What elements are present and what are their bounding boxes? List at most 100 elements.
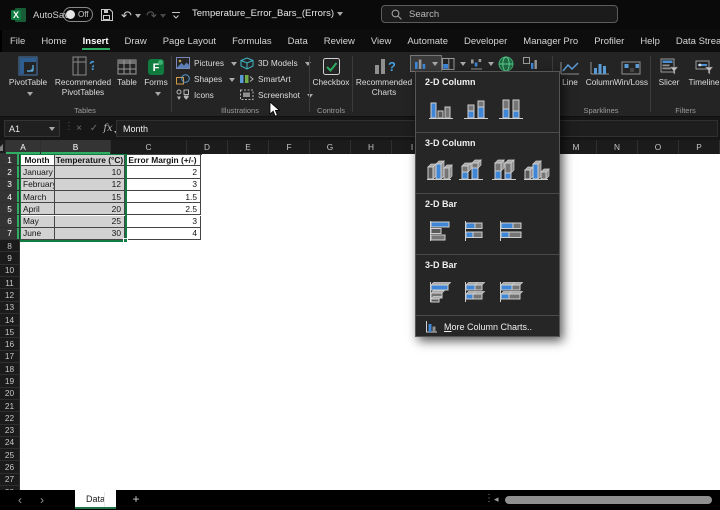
cell-A3[interactable]: February: [20, 179, 55, 191]
tab-file[interactable]: File: [2, 30, 33, 52]
3d-stacked-column-menu-item[interactable]: [457, 152, 485, 188]
3d-100-stacked-column-menu-item[interactable]: [490, 152, 518, 188]
row-header-9[interactable]: 9: [0, 252, 20, 264]
row-header-7[interactable]: 7: [0, 228, 20, 240]
add-sheet-button[interactable]: +: [128, 491, 144, 507]
3d-clustered-column-menu-item[interactable]: [425, 152, 453, 188]
3d-models-button[interactable]: 3D Models: [240, 56, 306, 70]
column-header-E[interactable]: E: [228, 140, 269, 154]
row-header-1[interactable]: 1: [0, 154, 20, 166]
sparkline-column-button[interactable]: Column: [584, 54, 616, 102]
maps-button[interactable]: [494, 55, 518, 72]
tab-view[interactable]: View: [363, 30, 399, 52]
autosave-toggle[interactable]: Off: [63, 7, 93, 22]
column-header-F[interactable]: F: [269, 140, 310, 154]
column-header-O[interactable]: O: [638, 140, 679, 154]
row-header-19[interactable]: 19: [0, 375, 20, 387]
row-header-4[interactable]: 4: [0, 191, 20, 203]
column-header-G[interactable]: G: [310, 140, 351, 154]
row-header-11[interactable]: 11: [0, 277, 20, 289]
tab-developer[interactable]: Developer: [456, 30, 515, 52]
row-header-10[interactable]: 10: [0, 265, 20, 277]
tab-help[interactable]: Help: [632, 30, 668, 52]
cell-C4[interactable]: 1.5: [125, 191, 201, 203]
row-header-6[interactable]: 6: [0, 215, 20, 227]
3d-stacked-bar-menu-item[interactable]: [460, 274, 491, 310]
tab-page-layout[interactable]: Page Layout: [155, 30, 224, 52]
pictures-button[interactable]: Pictures: [176, 56, 237, 70]
pivottable-button[interactable]: PivotTable: [2, 54, 54, 102]
cell-A1[interactable]: Month: [20, 154, 55, 166]
3d-clustered-bar-menu-item[interactable]: [425, 274, 456, 310]
forms-button[interactable]: F Forms: [142, 54, 170, 102]
row-header-12[interactable]: 12: [0, 289, 20, 301]
row-header-22[interactable]: 22: [0, 412, 20, 424]
tab-data[interactable]: Data: [280, 30, 316, 52]
excel-logo-icon[interactable]: X: [11, 7, 27, 23]
column-header-C[interactable]: C: [111, 140, 187, 154]
column-header-P[interactable]: P: [679, 140, 720, 154]
row-header-24[interactable]: 24: [0, 437, 20, 449]
row-header-8[interactable]: 8: [0, 240, 20, 252]
sheet-tab-data[interactable]: Data: [75, 490, 116, 509]
row-header-21[interactable]: 21: [0, 400, 20, 412]
scrollbar-divider[interactable]: ⋮: [484, 493, 494, 504]
cell-C6[interactable]: 3: [125, 216, 201, 228]
column-header-B[interactable]: B: [41, 140, 111, 154]
select-all-button[interactable]: [0, 140, 6, 154]
cell-B5[interactable]: 20: [55, 203, 125, 215]
checkbox-button[interactable]: Checkbox: [312, 54, 350, 102]
row-header-3[interactable]: 3: [0, 179, 20, 191]
fill-handle[interactable]: [123, 238, 128, 243]
cell-B4[interactable]: 15: [55, 191, 125, 203]
cell-B3[interactable]: 12: [55, 179, 125, 191]
cell-C3[interactable]: 3: [125, 179, 201, 191]
save-button[interactable]: [100, 6, 114, 24]
cell-C2[interactable]: 2: [125, 166, 201, 178]
cell-A4[interactable]: March: [20, 191, 55, 203]
sheet-canvas[interactable]: MonthTemperature (°C)Error Margin (+/-) J…: [20, 154, 720, 490]
column-header-D[interactable]: D: [187, 140, 228, 154]
more-column-charts-item[interactable]: More Column Charts..: [416, 316, 559, 337]
redo-button[interactable]: ↷: [146, 6, 166, 24]
row-header-13[interactable]: 13: [0, 302, 20, 314]
recommended-pivottables-button[interactable]: ? Recommended PivotTables: [54, 54, 112, 102]
tab-formulas[interactable]: Formulas: [224, 30, 280, 52]
insert-function-button[interactable]: fx: [101, 120, 115, 137]
row-header-20[interactable]: 20: [0, 388, 20, 400]
tab-insert[interactable]: Insert: [75, 30, 117, 52]
stacked-bar-menu-item[interactable]: [460, 213, 491, 249]
pivotchart-button[interactable]: [519, 55, 542, 72]
icons-button[interactable]: Icons: [176, 88, 214, 102]
table-button[interactable]: Table: [112, 54, 142, 102]
cell-C7[interactable]: 4: [125, 228, 201, 240]
column-header-N[interactable]: N: [597, 140, 638, 154]
row-header-25[interactable]: 25: [0, 449, 20, 461]
row-header-2[interactable]: 2: [0, 166, 20, 178]
tab-manager-pro[interactable]: Manager Pro: [515, 30, 586, 52]
timeline-button[interactable]: Timeline: [687, 54, 720, 102]
tab-profiler[interactable]: Profiler: [586, 30, 632, 52]
3d-column-menu-item[interactable]: [522, 152, 550, 188]
column-header-M[interactable]: M: [556, 140, 597, 154]
row-header-14[interactable]: 14: [0, 314, 20, 326]
screenshot-button[interactable]: Screenshot: [240, 88, 313, 102]
name-box[interactable]: A1: [4, 120, 60, 137]
column-header-H[interactable]: H: [351, 140, 392, 154]
column-header-A[interactable]: A: [6, 140, 41, 154]
row-header-27[interactable]: 27: [0, 474, 20, 486]
stacked-column-menu-item[interactable]: [460, 91, 491, 127]
cell-A6[interactable]: May: [20, 216, 55, 228]
row-header-15[interactable]: 15: [0, 326, 20, 338]
customize-quick-access-button[interactable]: [171, 6, 181, 24]
cell-B1[interactable]: Temperature (°C): [55, 154, 125, 166]
cell-A5[interactable]: April: [20, 203, 55, 215]
cell-A7[interactable]: June: [20, 228, 55, 240]
cell-B7[interactable]: 30: [55, 228, 125, 240]
row-header-5[interactable]: 5: [0, 203, 20, 215]
row-header-26[interactable]: 26: [0, 461, 20, 473]
tab-review[interactable]: Review: [316, 30, 363, 52]
cell-C1[interactable]: Error Margin (+/-): [125, 154, 201, 166]
cell-C5[interactable]: 2.5: [125, 203, 201, 215]
100-stacked-bar-menu-item[interactable]: [495, 213, 526, 249]
